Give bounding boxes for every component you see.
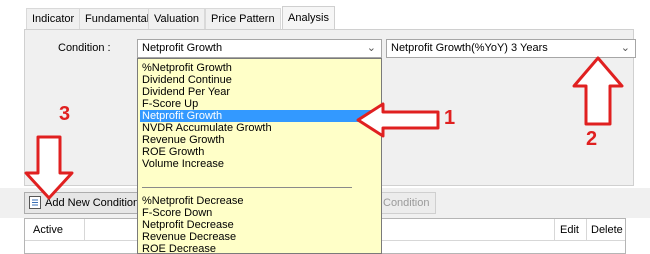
up-arrow-annotation xyxy=(572,56,624,126)
left-arrow-annotation xyxy=(356,102,440,138)
down-arrow-annotation xyxy=(24,135,74,200)
annotation-overlay xyxy=(24,56,624,200)
annotation-number-1: 1 xyxy=(444,107,456,129)
annotation-number-3: 3 xyxy=(59,103,71,125)
annotation-number-2: 2 xyxy=(586,128,598,150)
